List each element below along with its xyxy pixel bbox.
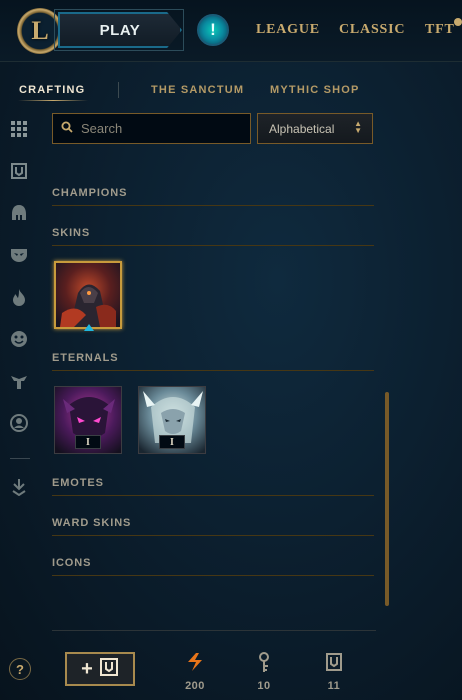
section-eternals[interactable]: ETERNALS xyxy=(52,349,374,371)
chevron-up-down-icon: ▲ ▼ xyxy=(354,119,362,135)
selected-indicator xyxy=(84,324,94,331)
chest-counter: 11 xyxy=(314,650,354,692)
eternal-series-badge: I xyxy=(159,435,185,449)
search-input[interactable] xyxy=(81,121,241,136)
nav-league[interactable]: LEAGUE xyxy=(256,22,320,38)
nav-classic[interactable]: CLASSIC xyxy=(339,22,405,38)
section-ward-skins[interactable]: WARD SKINS xyxy=(52,514,374,536)
key-fragment-icon xyxy=(244,650,284,674)
active-tab-underline xyxy=(18,100,88,101)
section-skins-title: SKINS xyxy=(52,227,91,239)
help-glyph: ? xyxy=(16,661,24,677)
eternal-tile[interactable]: I xyxy=(54,386,122,454)
sort-selected-value: Alphabetical xyxy=(269,121,335,136)
tab-crafting[interactable]: CRAFTING xyxy=(19,84,85,96)
orange-essence-counter: 200 xyxy=(175,650,215,692)
orange-essence-icon xyxy=(175,650,215,674)
alert-glyph: ! xyxy=(210,20,216,39)
avatar-icon[interactable] xyxy=(8,412,30,434)
search-icon xyxy=(61,120,73,138)
section-champions[interactable]: CHAMPIONS xyxy=(52,184,374,206)
section-skins[interactable]: SKINS xyxy=(52,224,374,246)
section-emotes-title: EMOTES xyxy=(52,477,104,489)
emote-icon[interactable] xyxy=(8,328,30,350)
loot-icon[interactable] xyxy=(8,160,30,182)
add-loot-button[interactable]: + xyxy=(65,652,135,686)
tab-mythic-shop[interactable]: MYTHIC SHOP xyxy=(270,84,360,96)
mask-icon[interactable] xyxy=(8,244,30,266)
grid-icon[interactable] xyxy=(8,118,30,140)
orange-essence-value: 200 xyxy=(185,680,205,692)
section-emotes[interactable]: EMOTES xyxy=(52,474,374,496)
nav-tft[interactable]: TFT xyxy=(425,22,455,38)
totem-icon[interactable] xyxy=(8,370,30,392)
loot-icon xyxy=(99,657,119,682)
skin-artwork xyxy=(56,263,120,327)
eternal-tile[interactable]: I xyxy=(138,386,206,454)
play-button[interactable]: PLAY xyxy=(58,12,182,48)
helmet-icon[interactable] xyxy=(8,202,30,224)
scrollbar-thumb[interactable] xyxy=(385,392,389,606)
skin-tile[interactable] xyxy=(54,261,122,329)
section-icons[interactable]: ICONS xyxy=(52,554,374,576)
sort-dropdown[interactable]: Alphabetical ▲ ▼ xyxy=(257,113,373,144)
play-button-label: PLAY xyxy=(99,21,141,39)
section-champions-title: CHAMPIONS xyxy=(52,187,128,199)
flame-icon[interactable] xyxy=(8,286,30,308)
chest-icon xyxy=(314,650,354,674)
chest-value: 11 xyxy=(327,680,341,692)
eternal-series-badge: I xyxy=(75,435,101,449)
footer-divider xyxy=(52,630,376,631)
arrow-down-icon[interactable] xyxy=(8,476,30,498)
subnav-divider xyxy=(118,82,119,98)
section-ward-skins-title: WARD SKINS xyxy=(52,517,132,529)
key-fragment-value: 10 xyxy=(257,680,271,692)
section-eternals-title: ETERNALS xyxy=(52,352,119,364)
search-box[interactable] xyxy=(52,113,251,144)
top-bar: L PLAY ! LEAGUE CLASSIC TFT xyxy=(0,0,462,62)
alert-icon[interactable]: ! xyxy=(197,14,229,46)
notification-dot xyxy=(454,18,462,26)
section-icons-title: ICONS xyxy=(52,557,92,569)
key-fragment-counter: 10 xyxy=(244,650,284,692)
plus-icon: + xyxy=(81,658,93,680)
logo-letter: L xyxy=(31,16,49,45)
rail-divider xyxy=(10,458,30,459)
help-button[interactable]: ? xyxy=(9,658,31,680)
tab-the-sanctum[interactable]: THE SANCTUM xyxy=(151,84,244,96)
